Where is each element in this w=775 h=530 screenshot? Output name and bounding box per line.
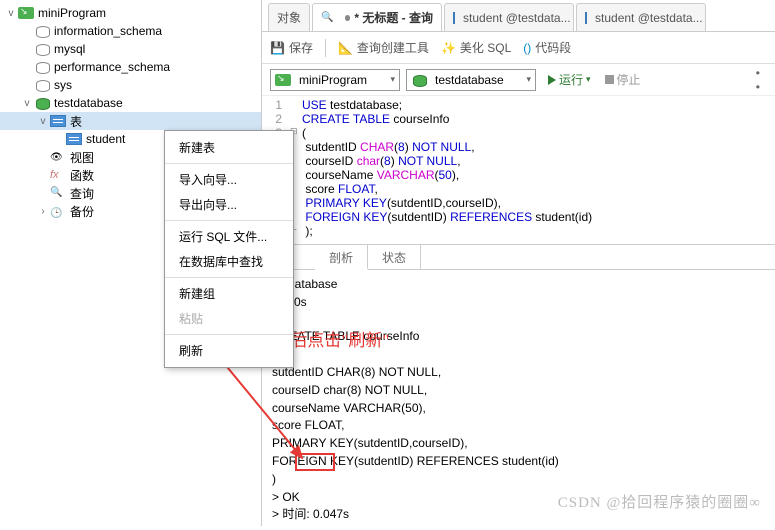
separator	[165, 220, 293, 221]
tree-label: 备份	[70, 203, 94, 220]
tree-label: performance_schema	[54, 60, 170, 74]
tree-label: information_schema	[54, 24, 162, 38]
tab-student-1[interactable]: student @testdata...	[444, 3, 574, 31]
connection-icon	[18, 7, 34, 19]
tree-label: miniProgram	[38, 6, 106, 20]
chevron-down-icon: ▾	[390, 74, 395, 85]
tree-root[interactable]: v miniProgram	[0, 4, 261, 22]
save-button[interactable]: 💾保存	[270, 39, 313, 56]
table-icon	[453, 12, 455, 24]
chevron-down-icon: v	[4, 8, 18, 19]
tree-tables[interactable]: v表	[0, 112, 261, 130]
query-builder-button[interactable]: 📐查询创建工具	[338, 39, 429, 56]
code-snippet-button[interactable]: ()代码段	[523, 39, 571, 56]
ctx-refresh[interactable]: 刷新	[165, 338, 293, 363]
result-time: > 时间: 0.047s	[272, 507, 349, 521]
more-button[interactable]: ••	[756, 66, 767, 94]
tab-student-2[interactable]: student @testdata...	[576, 3, 706, 31]
database-icon	[34, 43, 50, 55]
tree-db[interactable]: information_schema	[0, 22, 261, 40]
table-icon	[66, 133, 82, 145]
result-tab-profile[interactable]: 剖析	[315, 245, 368, 270]
query-icon	[50, 187, 66, 199]
ctx-export[interactable]: 导出向导...	[165, 192, 293, 217]
connection-icon	[275, 74, 291, 86]
database-icon	[34, 79, 50, 91]
result-body: CREATE TABLE courseInfo ( sutdentID CHAR…	[272, 329, 559, 485]
sparkle-icon: ✨	[441, 41, 456, 55]
connection-select[interactable]: miniProgram▾	[270, 69, 400, 91]
tree-db[interactable]: sys	[0, 76, 261, 94]
unsaved-dot-icon	[345, 15, 351, 21]
save-icon: 💾	[270, 41, 285, 55]
views-icon: 👁	[50, 152, 66, 163]
tree-label: 表	[70, 113, 82, 130]
tree-label: sys	[54, 78, 72, 92]
tab-bar: 对象 * 无标题 - 查询 student @testdata... stude…	[262, 0, 775, 32]
parens-icon: ()	[523, 41, 531, 55]
tree-label: testdatabase	[54, 96, 123, 110]
ctx-paste: 粘贴	[165, 306, 293, 331]
play-icon	[548, 75, 556, 85]
tree-label: 函数	[70, 167, 94, 184]
function-icon: fx	[50, 169, 66, 181]
context-menu: 新建表 导入向导... 导出向导... 运行 SQL 文件... 在数据库中查找…	[164, 130, 294, 368]
separator	[165, 163, 293, 164]
ctx-find[interactable]: 在数据库中查找	[165, 249, 293, 274]
watermark: CSDN @拾回程序猿的圈圈∞	[558, 491, 761, 512]
run-button[interactable]: 运行▾	[548, 71, 591, 88]
tree-db[interactable]: performance_schema	[0, 58, 261, 76]
backup-icon	[50, 205, 66, 217]
ctx-new-table[interactable]: 新建表	[165, 135, 293, 160]
chevron-right-icon: ›	[36, 206, 50, 217]
query-toolbar: 💾保存 📐查询创建工具 ✨美化 SQL ()代码段	[262, 32, 775, 64]
result-tab-status[interactable]: 状态	[368, 245, 421, 269]
result-ok: > OK	[272, 490, 300, 504]
builder-icon: 📐	[338, 41, 353, 55]
tree-label: mysql	[54, 42, 85, 56]
stop-icon	[605, 75, 614, 84]
database-select[interactable]: testdatabase▾	[406, 69, 536, 91]
database-icon	[411, 74, 427, 86]
stop-button[interactable]: 停止	[605, 71, 641, 88]
table-icon	[585, 12, 587, 24]
query-icon	[321, 12, 337, 24]
sql-editor[interactable]: 1USE testdatabase; 2CREATE TABLE courseI…	[262, 96, 775, 240]
tab-objects[interactable]: 对象	[268, 3, 310, 31]
separator	[165, 334, 293, 335]
tab-query[interactable]: * 无标题 - 查询	[312, 3, 442, 31]
chevron-down-icon: v	[20, 98, 34, 109]
chevron-down-icon: ▾	[526, 74, 531, 85]
tree-db[interactable]: mysql	[0, 40, 261, 58]
database-icon	[34, 25, 50, 37]
separator	[165, 277, 293, 278]
beautify-sql-button[interactable]: ✨美化 SQL	[441, 39, 511, 56]
ctx-run-sql[interactable]: 运行 SQL 文件...	[165, 224, 293, 249]
ctx-new-group[interactable]: 新建组	[165, 281, 293, 306]
selector-bar: miniProgram▾ testdatabase▾ 运行▾ 停止 ••	[262, 64, 775, 96]
database-active-icon	[34, 97, 50, 109]
tree-label: student	[86, 132, 125, 146]
ctx-import[interactable]: 导入向导...	[165, 167, 293, 192]
separator	[325, 39, 326, 57]
database-icon	[34, 61, 50, 73]
main-area: 对象 * 无标题 - 查询 student @testdata... stude…	[262, 0, 775, 526]
table-group-icon	[50, 115, 66, 127]
chevron-down-icon: v	[36, 116, 50, 127]
tree-label: 查询	[70, 185, 94, 202]
tree-db-active[interactable]: v testdatabase	[0, 94, 261, 112]
chevron-down-icon: ▾	[586, 74, 591, 85]
tree-label: 视图	[70, 149, 94, 166]
result-tabs: 信息 剖析 状态	[262, 244, 775, 270]
